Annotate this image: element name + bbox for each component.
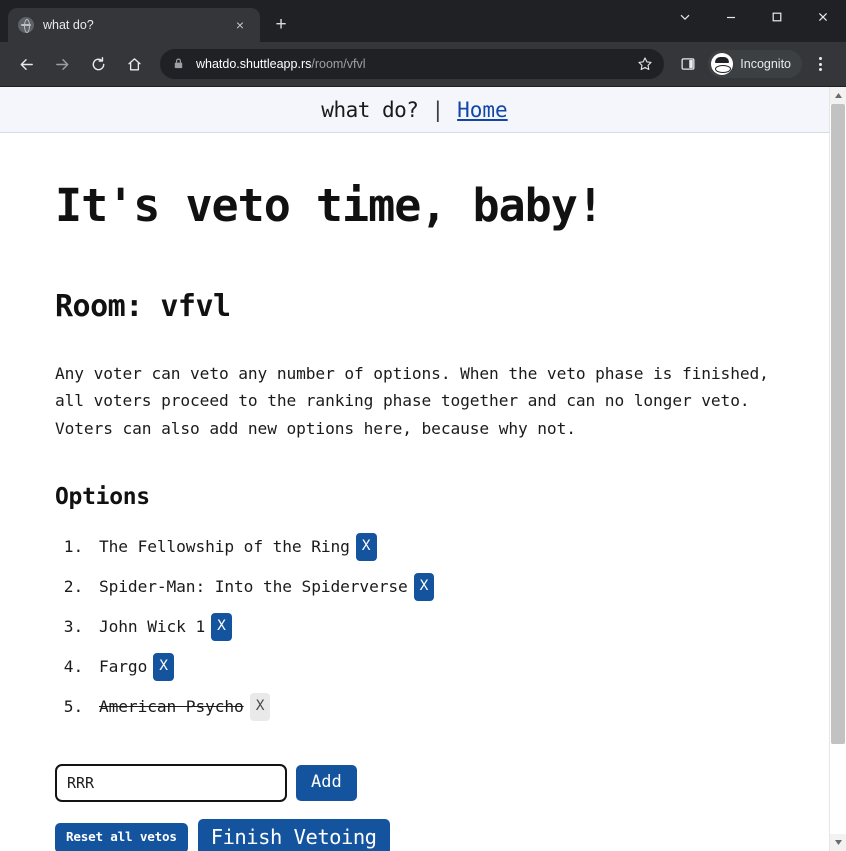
- page-content-area: what do? | Home It's veto time, baby! Ro…: [0, 87, 829, 851]
- star-icon[interactable]: [632, 51, 658, 77]
- option-list-item: John Wick 1 X: [93, 612, 774, 642]
- option-list-item: American Psycho X: [93, 692, 774, 722]
- veto-option-button[interactable]: X: [211, 613, 232, 641]
- forward-arrow-icon[interactable]: [47, 49, 77, 79]
- tab-title: what do?: [43, 18, 94, 32]
- browser-titlebar: what do? × +: [0, 0, 846, 42]
- maximize-icon[interactable]: [754, 0, 800, 34]
- home-icon[interactable]: [119, 49, 149, 79]
- back-arrow-icon[interactable]: [11, 49, 41, 79]
- nav-link-home[interactable]: Home: [457, 98, 508, 122]
- url-text: whatdo.shuttleapp.rs/room/vfvl: [196, 57, 632, 71]
- tab-strip: what do? × +: [0, 8, 296, 42]
- finish-vetoing-button[interactable]: Finish Vetoing: [197, 819, 390, 851]
- minimize-icon[interactable]: [708, 0, 754, 34]
- option-list-item: Fargo X: [93, 652, 774, 682]
- veto-option-button[interactable]: X: [413, 573, 435, 601]
- page-scrollbar[interactable]: [829, 87, 846, 851]
- page-title: It's veto time, baby!: [55, 179, 604, 232]
- scrollbar-thumb[interactable]: [831, 104, 845, 744]
- option-label: Spider-Man: Into the Spiderverse: [99, 577, 408, 596]
- three-dot-menu-icon[interactable]: [805, 49, 835, 79]
- option-label: John Wick 1: [99, 617, 206, 636]
- browser-toolbar: whatdo.shuttleapp.rs/room/vfvl Incognito: [0, 42, 846, 86]
- option-list-item: The Fellowship of the Ring X: [93, 532, 774, 562]
- scroll-down-arrow-icon[interactable]: [830, 834, 846, 851]
- site-header: what do? | Home: [0, 87, 829, 133]
- lock-icon: [172, 57, 186, 71]
- reset-all-vetos-button[interactable]: Reset all vetos: [55, 823, 188, 851]
- action-button-row: Reset all vetos Finish Vetoing: [55, 819, 774, 851]
- url-path: /room/vfvl: [311, 57, 366, 71]
- address-bar[interactable]: whatdo.shuttleapp.rs/room/vfvl: [160, 49, 665, 79]
- reload-icon[interactable]: [83, 49, 113, 79]
- site-brand: what do?: [321, 97, 419, 122]
- option-label: American Psycho: [99, 697, 244, 716]
- window-controls: [662, 0, 846, 34]
- scroll-up-arrow-icon[interactable]: [830, 87, 846, 104]
- veto-option-button: X: [249, 693, 271, 721]
- url-host: whatdo.shuttleapp.rs: [196, 57, 312, 71]
- option-label: Fargo: [99, 657, 148, 676]
- nav-separator: |: [431, 97, 445, 122]
- option-list-item: Spider-Man: Into the Spiderverse X: [93, 572, 774, 602]
- new-tab-button[interactable]: +: [266, 10, 296, 40]
- scrollbar-track[interactable]: [830, 104, 846, 834]
- add-option-button[interactable]: Add: [296, 765, 357, 801]
- side-panel-icon[interactable]: [673, 49, 703, 79]
- close-icon[interactable]: [800, 0, 846, 34]
- add-option-row: Add: [55, 764, 774, 802]
- room-heading: Room: vfvl: [55, 288, 231, 324]
- veto-option-button[interactable]: X: [153, 653, 174, 681]
- page-viewport: what do? | Home It's veto time, baby! Ro…: [0, 86, 846, 851]
- incognito-label: Incognito: [740, 57, 791, 71]
- incognito-indicator[interactable]: Incognito: [708, 50, 802, 78]
- page-body: It's veto time, baby! Room: vfvl Any vot…: [0, 181, 829, 851]
- add-option-input[interactable]: [55, 764, 287, 802]
- browser-tab[interactable]: what do? ×: [8, 8, 260, 42]
- close-icon[interactable]: ×: [230, 15, 250, 35]
- instructions-text: Any voter can veto any number of options…: [55, 363, 769, 438]
- globe-icon: [18, 17, 34, 33]
- chevron-down-icon[interactable]: [662, 0, 708, 34]
- options-list: The Fellowship of the RingXSpider-Man: I…: [55, 532, 774, 722]
- incognito-icon: [711, 53, 734, 75]
- options-heading: Options: [55, 484, 150, 510]
- veto-option-button[interactable]: X: [355, 533, 377, 561]
- option-label: The Fellowship of the Ring: [99, 537, 350, 556]
- browser-window: what do? × + whatdo.shuttleapp.rs/room/v…: [0, 0, 846, 851]
